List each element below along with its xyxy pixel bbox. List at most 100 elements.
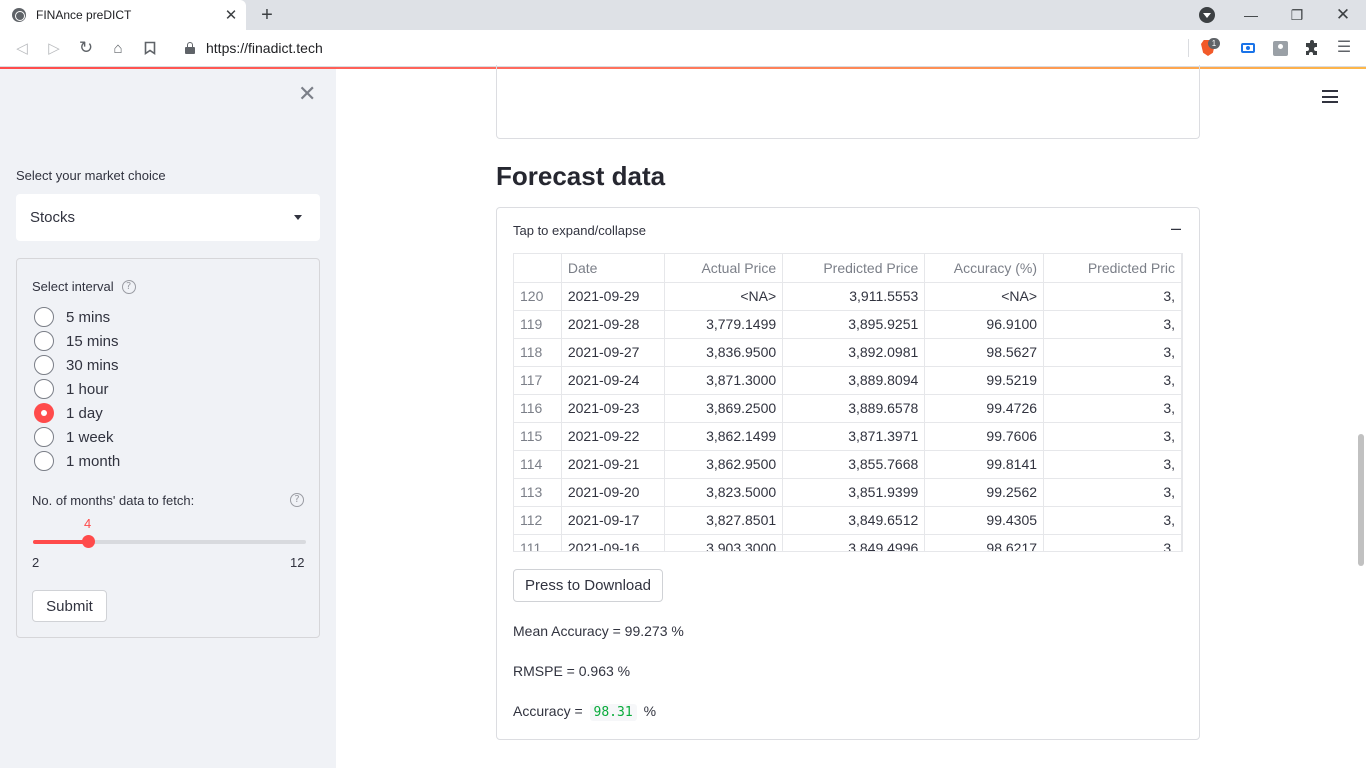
- browser-tab[interactable]: FINAnce preDICT ✕: [0, 0, 246, 30]
- radio-circle[interactable]: [34, 331, 54, 351]
- forward-icon[interactable]: ▷: [42, 36, 66, 60]
- table-cell: 3,: [1043, 506, 1182, 535]
- accuracy-value: 98.31: [589, 704, 637, 721]
- radio-circle[interactable]: [34, 355, 54, 375]
- table-cell: 3,851.9399: [782, 478, 926, 507]
- radio-circle[interactable]: [34, 451, 54, 471]
- table-row[interactable]: 117 2021-09-24 3,871.3000 3,889.8094 99.5219…: [514, 366, 1182, 395]
- radio-1-hour[interactable]: 1 hour: [34, 378, 109, 400]
- column-header[interactable]: Date: [561, 254, 665, 283]
- table-cell: 96.9100: [924, 310, 1045, 339]
- table-cell: 3,: [1043, 338, 1182, 367]
- tab-close-icon[interactable]: ✕: [220, 6, 242, 24]
- row-index: 117: [514, 366, 562, 395]
- table-row[interactable]: 115 2021-09-22 3,862.1499 3,871.3971 99.7606…: [514, 422, 1182, 451]
- column-header[interactable]: Predicted Pric: [1043, 254, 1182, 283]
- column-header[interactable]: Actual Price: [664, 254, 784, 283]
- puzzle-icon[interactable]: [1302, 38, 1322, 58]
- radio-1-week[interactable]: 1 week: [34, 426, 114, 448]
- radio-30-mins[interactable]: 30 mins: [34, 354, 119, 376]
- table-row[interactable]: 118 2021-09-27 3,836.9500 3,892.0981 98.5627…: [514, 338, 1182, 367]
- expander-header[interactable]: Tap to expand/collapse: [513, 223, 646, 238]
- column-header[interactable]: [514, 254, 562, 283]
- table-cell: <NA>: [924, 282, 1045, 311]
- sidebar: ✕ Select your market choice Stocks Selec…: [0, 69, 336, 768]
- radio-5-mins[interactable]: 5 mins: [34, 306, 110, 328]
- table-row[interactable]: 111 2021-09-16 3,903.3000 3,849.4996 98.6217…: [514, 534, 1182, 551]
- restore-icon[interactable]: ❐: [1274, 0, 1320, 30]
- browser-toolbar: ◁ ▷ ↻ ⌂ https://finadict.tech 1 ☰: [0, 30, 1366, 67]
- radio-1-day[interactable]: 1 day: [34, 402, 103, 424]
- table-cell: 3,889.6578: [782, 394, 926, 423]
- market-select[interactable]: Stocks: [16, 194, 320, 241]
- table-cell: 99.7606: [924, 422, 1045, 451]
- table-cell: 3,: [1043, 422, 1182, 451]
- forecast-table[interactable]: Date Actual Price Predicted Price Accura…: [513, 253, 1183, 552]
- column-header[interactable]: Accuracy (%): [924, 254, 1045, 283]
- table-cell: 3,: [1043, 534, 1182, 551]
- radio-circle[interactable]: [34, 307, 54, 327]
- brave-shield-icon[interactable]: 1: [1198, 38, 1220, 58]
- row-index: 111: [514, 534, 562, 551]
- table-cell: 3,869.2500: [664, 394, 784, 423]
- radio-circle-selected[interactable]: [34, 403, 54, 423]
- help-icon[interactable]: ?: [290, 493, 304, 507]
- table-cell: 2021-09-23: [561, 394, 665, 423]
- slider-fill: [33, 540, 88, 544]
- home-icon[interactable]: ⌂: [106, 36, 130, 60]
- table-cell: 2021-09-22: [561, 422, 665, 451]
- table-cell: 2021-09-21: [561, 450, 665, 479]
- table-row[interactable]: 113 2021-09-20 3,823.5000 3,851.9399 99.2562…: [514, 478, 1182, 507]
- table-cell: 3,827.8501: [664, 506, 784, 535]
- address-bar[interactable]: https://finadict.tech: [206, 40, 323, 56]
- table-header-row: Date Actual Price Predicted Price Accura…: [514, 254, 1182, 283]
- table-cell: 3,892.0981: [782, 338, 926, 367]
- download-button[interactable]: Press to Download: [513, 569, 663, 602]
- reload-icon[interactable]: ↻: [74, 36, 98, 60]
- table-row[interactable]: 119 2021-09-28 3,779.1499 3,895.9251 96.9100…: [514, 310, 1182, 339]
- page-scrollbar[interactable]: [1358, 434, 1364, 566]
- extension-photo-icon[interactable]: [1270, 38, 1290, 58]
- help-icon[interactable]: ?: [121, 279, 136, 294]
- table-cell: 3,911.5553: [782, 282, 926, 311]
- market-select-value: Stocks: [30, 209, 76, 226]
- radio-1-month[interactable]: 1 month: [34, 450, 120, 472]
- cast-icon[interactable]: [1238, 38, 1258, 58]
- window-close-icon[interactable]: ✕: [1320, 0, 1366, 30]
- new-tab-icon[interactable]: +: [255, 3, 279, 27]
- table-cell: 3,903.3000: [664, 534, 784, 551]
- radio-circle[interactable]: [34, 427, 54, 447]
- row-index: 112: [514, 506, 562, 535]
- table-cell: 3,895.9251: [782, 310, 926, 339]
- radio-circle[interactable]: [34, 379, 54, 399]
- forecast-expander: Tap to expand/collapse – Date Actual Pri…: [496, 207, 1200, 740]
- browser-menu-icon[interactable]: ☰: [1334, 38, 1354, 58]
- table-cell: <NA>: [664, 282, 784, 311]
- tab-search-icon[interactable]: [1199, 7, 1215, 23]
- back-icon[interactable]: ◁: [10, 36, 34, 60]
- table-row[interactable]: 112 2021-09-17 3,827.8501 3,849.6512 99.4305…: [514, 506, 1182, 535]
- column-header[interactable]: Predicted Price: [782, 254, 926, 283]
- brave-badge: 1: [1208, 38, 1220, 49]
- table-row[interactable]: 114 2021-09-21 3,862.9500 3,855.7668 99.8141…: [514, 450, 1182, 479]
- bookmark-icon[interactable]: [138, 36, 162, 60]
- minimize-icon[interactable]: —: [1228, 0, 1274, 30]
- table-cell: 3,849.6512: [782, 506, 926, 535]
- sidebar-close-icon[interactable]: ✕: [298, 83, 316, 105]
- table-row[interactable]: 120 2021-09-29 <NA> 3,911.5553 <NA> 3,: [514, 282, 1182, 311]
- radio-15-mins[interactable]: 15 mins: [34, 330, 119, 352]
- slider-thumb[interactable]: [82, 535, 95, 548]
- lock-icon[interactable]: [185, 42, 195, 54]
- collapse-icon[interactable]: –: [1171, 218, 1181, 239]
- table-cell: 3,: [1043, 478, 1182, 507]
- months-slider[interactable]: [33, 535, 306, 548]
- table-cell: 99.2562: [924, 478, 1045, 507]
- table-cell: 99.8141: [924, 450, 1045, 479]
- table-row[interactable]: 116 2021-09-23 3,869.2500 3,889.6578 99.4726…: [514, 394, 1182, 423]
- radio-label: 30 mins: [66, 356, 119, 374]
- row-index: 116: [514, 394, 562, 423]
- hamburger-menu-icon[interactable]: [1322, 90, 1338, 103]
- submit-button[interactable]: Submit: [32, 590, 107, 622]
- table-cell: 98.6217: [924, 534, 1045, 551]
- row-index: 115: [514, 422, 562, 451]
